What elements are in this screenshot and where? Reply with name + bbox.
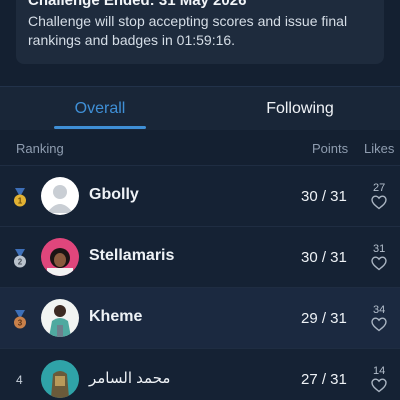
banner-title: Challenge Ended: 31 May 2026 (28, 0, 247, 9)
medal-rank-label: 2 (18, 258, 23, 267)
user-photo-icon (41, 238, 79, 276)
table-row[interactable]: 4 محمد السامر 27 / 31 14 (0, 348, 400, 400)
user-points: 29 / 31 (301, 310, 347, 327)
active-tab-indicator (54, 126, 146, 129)
bronze-medal-icon: 3 (14, 310, 26, 329)
user-photo-icon (41, 299, 79, 337)
points-column-header: Points (312, 141, 349, 156)
heart-outline-icon[interactable] (371, 378, 387, 393)
silver-medal-icon: 2 (14, 249, 26, 268)
rank-number: 4 (16, 373, 23, 387)
medal-rank-label: 1 (18, 197, 23, 206)
user-points: 30 / 31 (301, 188, 347, 205)
likes-count: 34 (373, 304, 386, 316)
likes-column-header: Likes (364, 141, 395, 156)
table-header: Ranking Points Likes (0, 131, 400, 165)
likes-count: 14 (373, 365, 386, 377)
user-name[interactable]: محمد السامر (89, 369, 170, 387)
gold-medal-icon: 1 (14, 188, 26, 207)
user-points: 27 / 31 (301, 371, 347, 388)
user-name[interactable]: Stellamaris (89, 247, 174, 265)
user-points: 30 / 31 (301, 249, 347, 266)
avatar[interactable] (41, 299, 79, 337)
medal-rank-label: 3 (18, 319, 23, 328)
challenge-ended-banner: Challenge Ended: 31 May 2026 Challenge w… (16, 0, 384, 64)
heart-outline-icon[interactable] (371, 195, 387, 210)
banner-message: Challenge will stop accepting scores and… (28, 13, 348, 48)
default-avatar-icon (41, 177, 79, 215)
heart-outline-icon[interactable] (371, 317, 387, 332)
avatar[interactable] (41, 238, 79, 276)
user-photo-icon (41, 360, 79, 398)
tab-following[interactable]: Following (200, 87, 400, 130)
avatar[interactable] (41, 360, 79, 398)
likes-count: 27 (373, 182, 386, 194)
avatar[interactable] (41, 177, 79, 215)
tab-overall[interactable]: Overall (0, 87, 200, 130)
table-row[interactable]: 3 Kheme 29 / 31 34 (0, 287, 400, 348)
heart-outline-icon[interactable] (371, 256, 387, 271)
likes-count: 31 (373, 243, 386, 255)
ranking-column-header: Ranking (16, 141, 64, 156)
user-name[interactable]: Kheme (89, 308, 142, 326)
table-row[interactable]: 1 Gbolly 30 / 31 27 (0, 165, 400, 226)
leaderboard-tabs: Overall Following (0, 86, 400, 130)
user-name[interactable]: Gbolly (89, 186, 139, 204)
table-row[interactable]: 2 Stellamaris 30 / 31 31 (0, 226, 400, 287)
